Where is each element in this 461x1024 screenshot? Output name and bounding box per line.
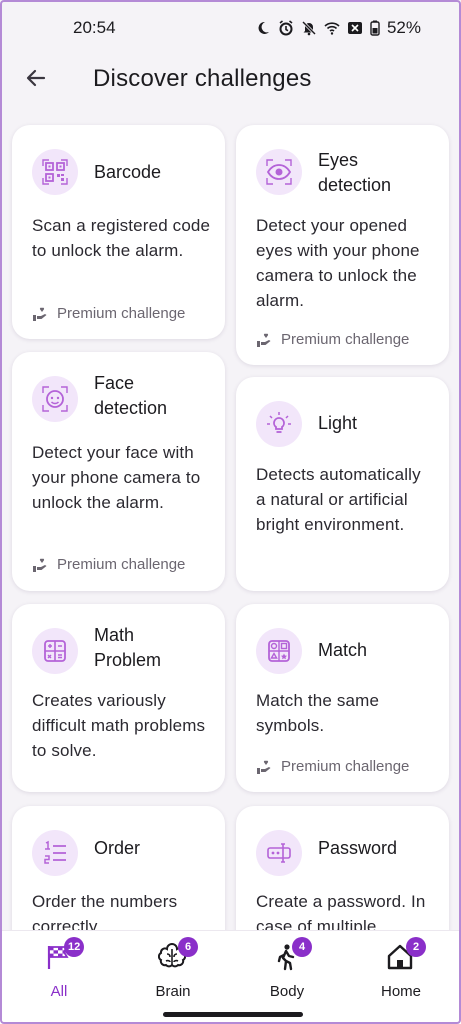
premium-text: Premium challenge [57, 556, 186, 573]
battery-icon [370, 20, 380, 36]
nav-tab-body[interactable]: 4 Body [242, 937, 332, 1001]
premium-text: Premium challenge [57, 305, 186, 322]
match-symbols-icon [256, 628, 302, 674]
face-icon [32, 376, 78, 422]
challenge-description: Creates variously difficult math problem… [32, 691, 206, 760]
qr-code-icon [32, 149, 78, 195]
challenge-card-eyes-detection[interactable]: Eyes detection Detect your opened eyes w… [236, 125, 449, 365]
badge-count: 12 [64, 937, 85, 957]
calculator-icon [32, 628, 78, 674]
challenge-title: Barcode [94, 162, 162, 182]
status-icons: 52% [255, 18, 421, 38]
premium-label: Premium challenge [32, 556, 185, 573]
nav-tab-home[interactable]: 2 Home [356, 937, 446, 1001]
status-bar: 20:54 52% [0, 0, 461, 56]
challenge-list[interactable]: Barcode Scan a registered code to unlock… [0, 120, 461, 930]
challenge-title: Password [318, 838, 398, 858]
premium-hand-icon [257, 333, 271, 347]
challenge-title: Math Problem [94, 625, 162, 670]
page-title: Discover challenges [93, 65, 312, 92]
challenge-description: Detect your face with your phone camera … [32, 443, 201, 512]
challenge-card-barcode[interactable]: Barcode Scan a registered code to unlock… [12, 125, 225, 339]
challenge-card-math-problem[interactable]: Math Problem Creates variously difficult… [12, 604, 225, 792]
bottom-navigation: 12 All 6 Brain 4 Body 2 Home [0, 930, 461, 1024]
challenge-title: Match [318, 640, 368, 660]
badge-count: 4 [292, 937, 312, 957]
badge-count: 2 [406, 937, 426, 957]
challenge-description: Order the numbers correctly. [32, 892, 178, 930]
bell-off-icon [301, 20, 317, 36]
top-app-bar: Discover challenges [0, 56, 461, 102]
nav-label: Home [380, 983, 421, 1000]
walking-person-icon: 4 [272, 937, 312, 973]
premium-label: Premium challenge [256, 331, 409, 348]
gesture-home-indicator[interactable] [163, 1012, 303, 1017]
challenge-title: Face detection [94, 373, 168, 418]
checkered-flag-icon: 12 [44, 937, 85, 973]
eye-icon [256, 149, 302, 195]
challenge-description: Scan a registered code to unlock the ala… [32, 216, 211, 260]
nav-label: Brain [155, 983, 191, 1000]
challenge-card-match[interactable]: Match Match the same symbols. Premium ch… [236, 604, 449, 792]
challenge-description: Detects automatically a natural or artif… [256, 465, 421, 534]
challenge-title: Light [318, 413, 358, 433]
nav-tab-brain[interactable]: 6 Brain [128, 937, 218, 1001]
home-icon: 2 [386, 937, 426, 973]
premium-hand-icon [33, 307, 47, 321]
wifi-icon [324, 20, 340, 36]
lightbulb-icon [256, 401, 302, 447]
challenge-card-password[interactable]: Password Create a password. In case of m… [236, 806, 449, 930]
status-time: 20:54 [73, 18, 116, 37]
arrow-left-icon [26, 69, 46, 87]
premium-text: Premium challenge [281, 758, 410, 775]
challenge-description: Match the same symbols. [256, 691, 380, 735]
challenge-title: Order [94, 838, 141, 858]
challenge-card-order[interactable]: Order Order the numbers correctly. [12, 806, 225, 930]
password-icon [256, 830, 302, 876]
brain-icon: 6 [157, 937, 198, 973]
moon-icon [255, 20, 271, 36]
battery-saver-icon [347, 20, 363, 36]
badge-count: 6 [178, 937, 198, 957]
challenge-description: Create a password. In case of multiple [256, 892, 426, 930]
premium-label: Premium challenge [32, 305, 185, 322]
battery-percent: 52% [386, 18, 421, 37]
alarm-icon [278, 20, 294, 36]
challenge-title: Eyes detection [318, 150, 392, 195]
nav-label: Body [269, 983, 305, 1000]
nav-tab-all[interactable]: 12 All [14, 937, 104, 1001]
premium-hand-icon [33, 558, 47, 572]
premium-label: Premium challenge [256, 758, 409, 775]
challenge-card-face-detection[interactable]: Face detection Detect your face with you… [12, 352, 225, 591]
challenge-description: Detect your opened eyes with your phone … [256, 216, 420, 310]
nav-label: All [50, 983, 68, 1000]
premium-text: Premium challenge [281, 331, 410, 348]
back-button[interactable] [18, 60, 54, 96]
challenge-card-light[interactable]: Light Detects automatically a natural or… [236, 377, 449, 591]
ordered-list-icon [32, 830, 78, 876]
premium-hand-icon [257, 760, 271, 774]
